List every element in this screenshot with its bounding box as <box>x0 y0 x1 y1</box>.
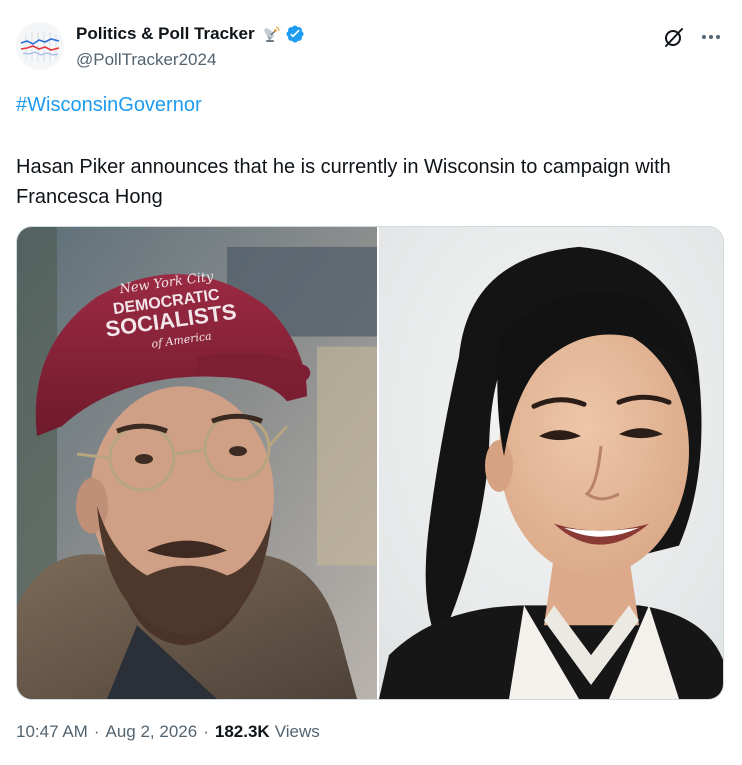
tweet-header: Politics & Poll Tracker @PollTracker2024 <box>16 22 726 72</box>
photo-woman-smiling[interactable] <box>379 227 723 699</box>
avatar[interactable] <box>16 22 64 70</box>
tweet-text: Hasan Piker announces that he is current… <box>16 156 671 208</box>
tweet-meta: 10:47 AM · Aug 2, 2026 · 182.3K Views <box>16 722 320 742</box>
poll-chart-avatar-icon <box>16 22 64 70</box>
views-label[interactable]: Views <box>275 722 320 742</box>
meta-separator: · <box>93 722 100 741</box>
grok-icon[interactable] <box>662 25 686 49</box>
name-row: Politics & Poll Tracker <box>76 23 305 45</box>
photo-man-red-cap[interactable]: New York City DEMOCRATIC SOCIALISTS of A… <box>17 227 377 699</box>
views-count[interactable]: 182.3K <box>215 722 270 742</box>
verified-badge-icon[interactable] <box>285 24 305 44</box>
hashtag-link[interactable]: #WisconsinGovernor <box>16 94 202 117</box>
display-name[interactable]: Politics & Poll Tracker <box>76 24 255 44</box>
tweet-date[interactable]: Aug 2, 2026 <box>106 722 198 742</box>
author-handle[interactable]: @PollTracker2024 <box>76 50 305 70</box>
more-options-icon[interactable] <box>698 25 724 49</box>
author-block: Politics & Poll Tracker @PollTracker2024 <box>76 23 305 70</box>
satellite-antenna-icon <box>261 24 281 44</box>
tweet-time[interactable]: 10:47 AM <box>16 722 88 742</box>
tweet-card: Politics & Poll Tracker @PollTracker2024… <box>0 0 742 765</box>
media-grid[interactable]: New York City DEMOCRATIC SOCIALISTS of A… <box>16 226 724 700</box>
meta-separator: · <box>203 722 209 741</box>
